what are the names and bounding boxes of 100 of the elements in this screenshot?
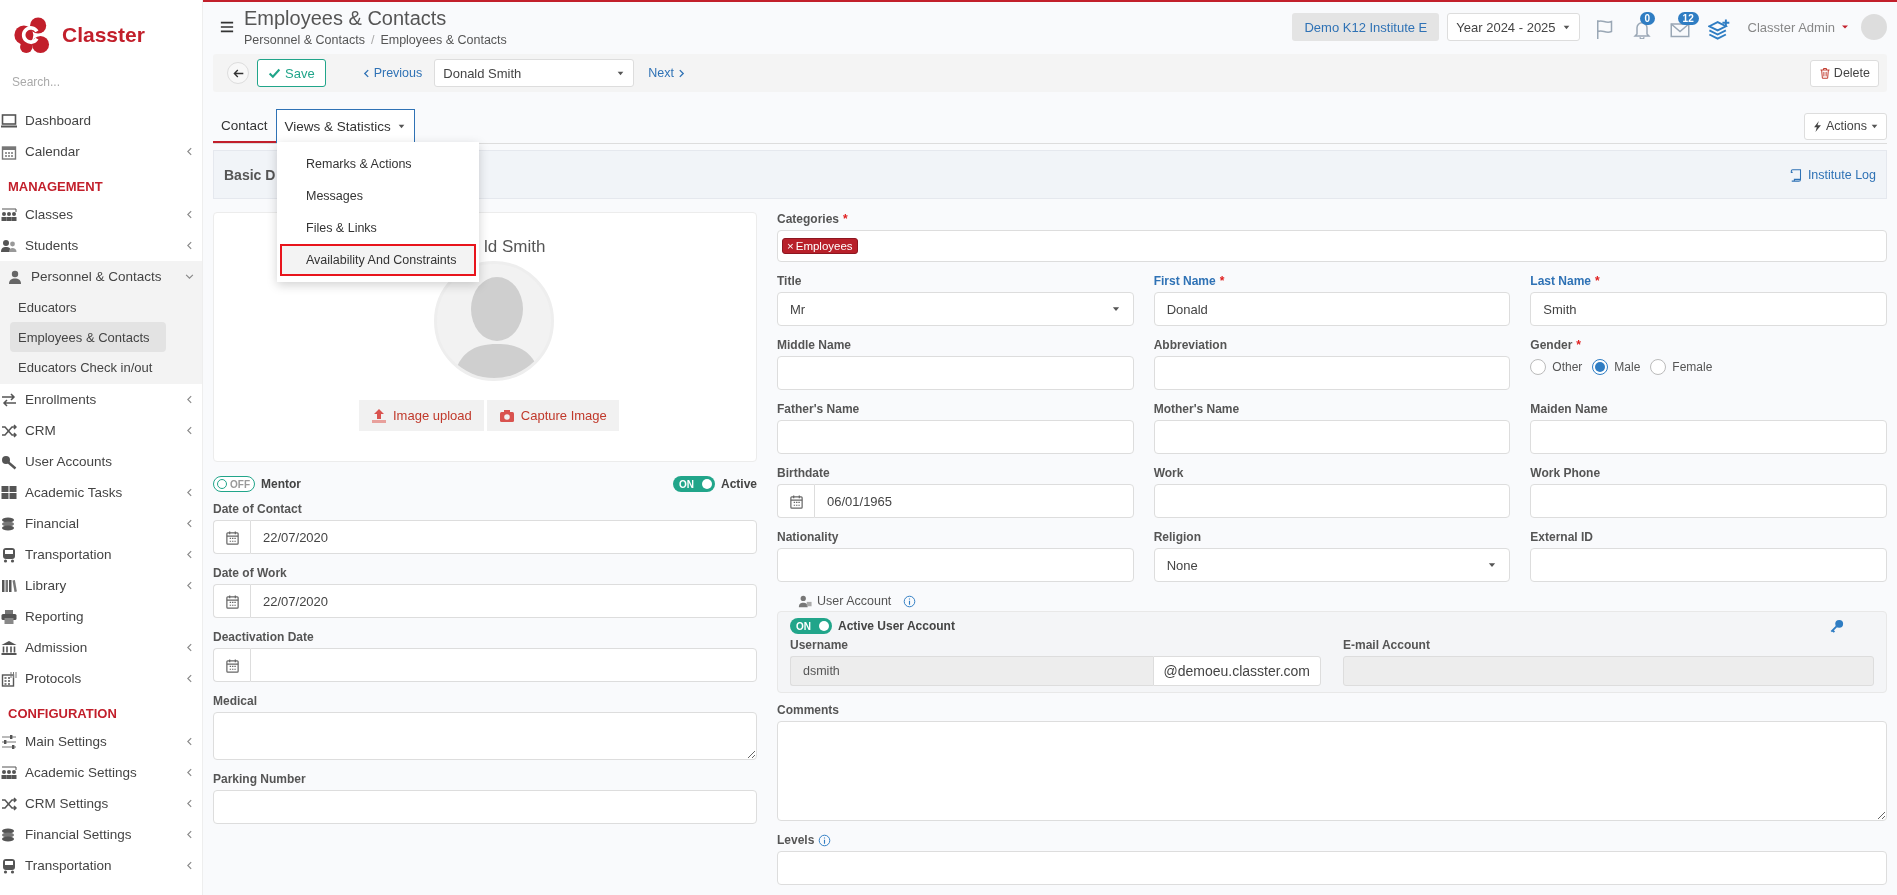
text-field[interactable]: Donald (1153, 292, 1511, 326)
sidebar-item[interactable]: Reporting (25, 609, 194, 624)
text-field[interactable] (777, 356, 1134, 390)
text-field[interactable] (1530, 548, 1887, 582)
calendar-button[interactable] (213, 648, 250, 682)
sidebar-item[interactable]: Transportation (25, 547, 177, 562)
levels-field[interactable] (777, 851, 1887, 885)
domain-suffix: @demoeu.classter.com (1152, 656, 1321, 686)
avatar[interactable] (1861, 14, 1887, 40)
coins-icon (1, 826, 17, 843)
sidebar-item[interactable]: Financial (25, 516, 177, 531)
sidebar-item[interactable]: Academic Settings (25, 765, 177, 780)
email-field[interactable] (1343, 656, 1874, 686)
sidebar-item[interactable]: CRM (25, 423, 177, 438)
sidebar-item[interactable]: Library (25, 578, 177, 593)
menu-item[interactable]: Availability And Constraints (280, 244, 476, 276)
record-select[interactable]: Donald Smith (434, 59, 635, 87)
previous-link[interactable]: Previous (361, 66, 423, 80)
search-field[interactable]: Search... (12, 73, 182, 91)
radio-label: Other (1552, 360, 1583, 374)
messages-button[interactable]: 12 (1669, 12, 1700, 42)
calendar-button[interactable] (213, 520, 250, 554)
chevron-right-icon (677, 68, 686, 78)
field-label: Date of Contact (213, 502, 302, 516)
comments-field[interactable] (777, 721, 1887, 821)
capture-image-button[interactable]: Capture Image (486, 400, 619, 431)
calendar-icon (1, 143, 17, 160)
sidebar-item[interactable]: Dashboard (25, 113, 194, 128)
breadcrumb-link[interactable]: Employees & Contacts (380, 33, 507, 47)
field-label: Last Name (1530, 274, 1592, 288)
text-field[interactable] (213, 790, 757, 824)
sidebar-item[interactable]: Protocols (25, 671, 177, 686)
calendar-button[interactable] (213, 584, 250, 618)
text-field[interactable] (777, 548, 1134, 582)
sidebar-subitem[interactable]: Educators Check in/out (10, 352, 166, 382)
sidebar-item[interactable]: CRM Settings (25, 796, 177, 811)
sidebar-item[interactable]: User Accounts (25, 454, 194, 469)
categories-field[interactable]: × Employees (777, 230, 1887, 262)
notifications-button[interactable]: 0 (1631, 12, 1662, 42)
calendar-icon (224, 529, 240, 545)
institute-button[interactable]: Demo K12 Institute E (1292, 13, 1440, 41)
date-field[interactable]: 06/01/1965 (814, 484, 1134, 518)
dropdown-tab[interactable]: Views & Statistics (275, 109, 415, 143)
actions-button[interactable]: Actions (1804, 112, 1887, 140)
field-label: Birthdate (777, 466, 830, 480)
menu-item[interactable]: Messages (280, 180, 476, 212)
sidebar-item[interactable]: Admission (25, 640, 177, 655)
remove-button[interactable]: × (787, 240, 794, 252)
text-field[interactable] (1153, 356, 1511, 390)
group-icon (1, 206, 17, 223)
menu-item[interactable]: Remarks & Actions (280, 148, 476, 180)
legend-title: User Account (817, 594, 892, 608)
username-field[interactable]: dsmith (790, 656, 1153, 686)
document-icon (1, 670, 17, 687)
sidebar-subitem[interactable]: Employees & Contacts (10, 322, 166, 352)
grid-icon (1, 484, 17, 501)
back-arrow-icon (232, 67, 244, 79)
sidebar-item[interactable]: Calendar (25, 144, 177, 159)
menu-item[interactable]: Files & Links (280, 212, 476, 244)
text-field[interactable]: Smith (1530, 292, 1887, 326)
sidebar-item[interactable]: Enrollments (25, 392, 177, 407)
radio-button[interactable] (1592, 359, 1609, 375)
institute-log-link[interactable]: Institute Log (1789, 167, 1876, 182)
text-field[interactable] (777, 420, 1134, 454)
select-field[interactable]: Mr (777, 292, 1134, 326)
sidebar-item[interactable]: Students (25, 238, 177, 253)
sidebar-item[interactable]: Financial Settings (25, 827, 177, 842)
sidebar-item[interactable]: Main Settings (25, 734, 177, 749)
date-field[interactable]: 22/07/2020 (250, 520, 757, 554)
shuffle-icon (1, 422, 17, 439)
select-field[interactable]: None (1153, 548, 1511, 582)
radio-button[interactable] (1650, 359, 1667, 375)
tag-label: Employees (795, 240, 853, 252)
sidebar-item[interactable]: Academic Tasks (25, 485, 177, 500)
image-upload-button[interactable]: Image upload (359, 400, 484, 431)
radio-label: Female (1672, 360, 1713, 374)
delete-button[interactable]: Delete (1809, 59, 1879, 87)
text-area[interactable] (213, 712, 757, 760)
sliders-icon (1, 733, 17, 750)
back-button[interactable] (227, 62, 249, 84)
text-field[interactable] (1530, 420, 1887, 454)
year-select[interactable]: Year 2024 - 2025 (1447, 13, 1580, 41)
check-icon (268, 66, 281, 80)
sidebar-item[interactable]: Classes (25, 207, 177, 222)
sidebar-item[interactable]: Transportation (25, 858, 177, 873)
radio-button[interactable] (1530, 359, 1547, 375)
sidebar-subitem[interactable]: Educators (10, 292, 166, 322)
required-mark: * (843, 212, 848, 226)
field-label: Parking Number (213, 772, 306, 786)
breadcrumb-link[interactable]: Personnel & Contacts (244, 33, 365, 47)
next-link[interactable]: Next (648, 66, 686, 80)
field-label: Nationality (777, 530, 839, 544)
calendar-button[interactable] (777, 484, 814, 518)
toggle-label: Active User Account (838, 619, 955, 633)
text-field[interactable] (1530, 484, 1887, 518)
field-label: Levels (777, 833, 815, 847)
text-field[interactable] (1153, 420, 1511, 454)
date-field[interactable]: 22/07/2020 (250, 584, 757, 618)
date-field[interactable] (250, 648, 757, 682)
text-field[interactable] (1153, 484, 1511, 518)
